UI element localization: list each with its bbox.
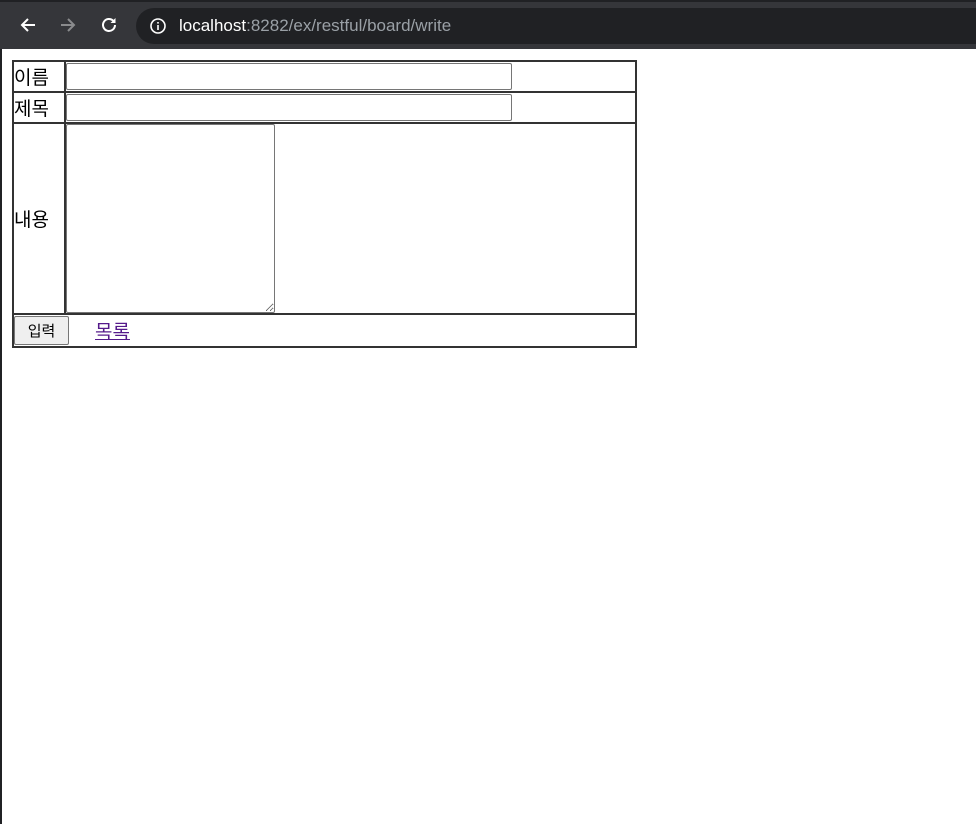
name-row: 이름 [13, 61, 636, 92]
address-bar[interactable]: localhost:8282/ex/restful/board/write [136, 8, 976, 44]
submit-button[interactable]: 입력 [14, 316, 69, 345]
title-input[interactable] [66, 94, 512, 121]
list-link[interactable]: 목록 [95, 317, 130, 344]
content-input-cell [65, 123, 636, 314]
name-input[interactable] [66, 63, 512, 90]
title-label: 제목 [13, 92, 65, 123]
back-button[interactable] [15, 12, 41, 38]
reload-button[interactable] [96, 12, 122, 38]
title-row: 제목 [13, 92, 636, 123]
content-label: 내용 [13, 123, 65, 314]
page-content: 이름 제목 내용 입력 목록 [0, 49, 976, 824]
write-form-table: 이름 제목 내용 입력 목록 [12, 60, 637, 348]
arrow-left-icon [20, 18, 35, 32]
browser-toolbar: localhost:8282/ex/restful/board/write [0, 0, 976, 49]
url-text[interactable]: localhost:8282/ex/restful/board/write [179, 16, 451, 36]
actions-cell: 입력 목록 [13, 314, 636, 347]
url-path: :8282/ex/restful/board/write [246, 16, 452, 35]
forward-button[interactable] [55, 12, 81, 38]
name-input-cell [65, 61, 636, 92]
reload-icon [102, 18, 116, 32]
content-textarea[interactable] [66, 124, 275, 313]
actions-row: 입력 목록 [13, 314, 636, 347]
content-row: 내용 [13, 123, 636, 314]
info-icon[interactable] [150, 18, 166, 34]
name-label: 이름 [13, 61, 65, 92]
arrow-right-icon [61, 18, 76, 32]
url-host: localhost [179, 16, 247, 35]
title-input-cell [65, 92, 636, 123]
